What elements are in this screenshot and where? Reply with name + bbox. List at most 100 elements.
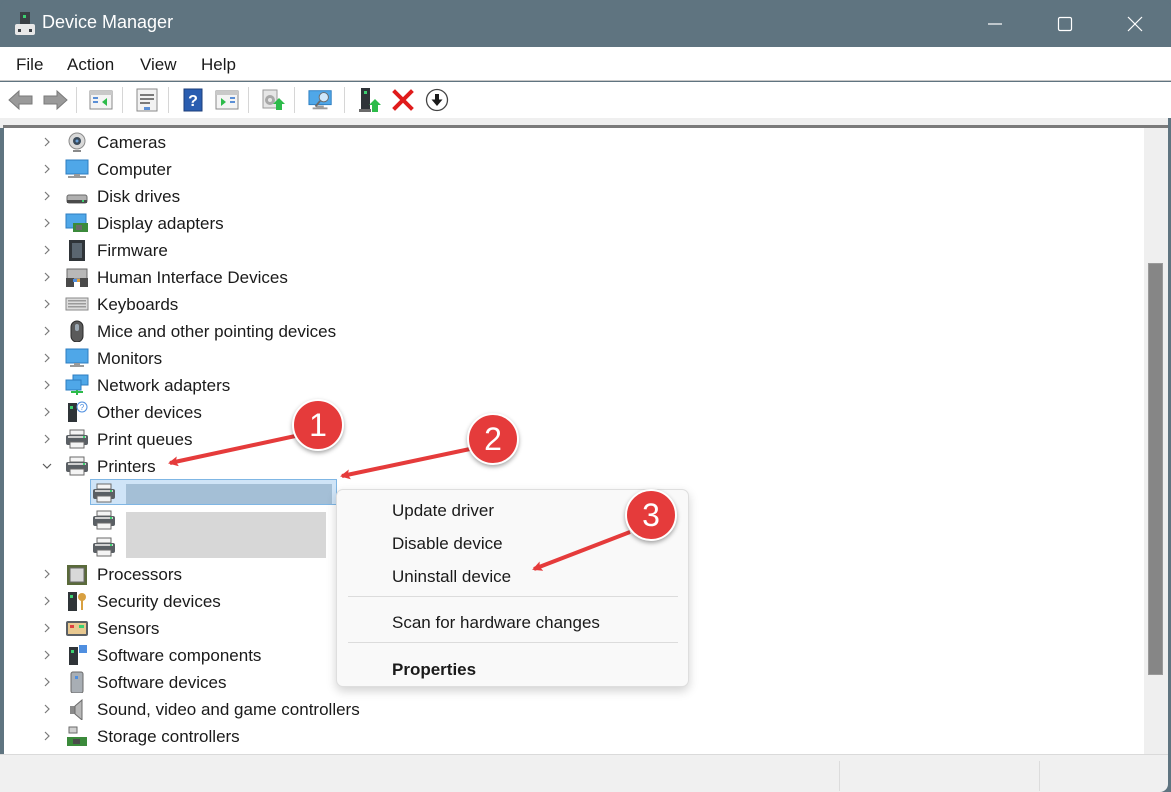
tree-category-label: Mice and other pointing devices bbox=[97, 322, 337, 341]
svg-text:?: ? bbox=[80, 403, 85, 412]
red-x-icon bbox=[392, 89, 414, 111]
scan-hardware-button[interactable] bbox=[308, 87, 334, 113]
chevron-down-icon[interactable] bbox=[40, 459, 54, 473]
tree-category-keyboards[interactable]: Keyboards bbox=[4, 291, 704, 318]
maximize-button[interactable] bbox=[1030, 0, 1100, 47]
minimize-button[interactable] bbox=[960, 0, 1030, 47]
tree-category-storage-controllers[interactable]: Storage controllers bbox=[4, 723, 704, 750]
chevron-right-icon[interactable] bbox=[40, 648, 54, 662]
tree-category-label: Sensors bbox=[97, 619, 160, 638]
scrollbar-thumb[interactable] bbox=[1148, 263, 1163, 675]
ctx-uninstall-device[interactable]: Uninstall device bbox=[392, 567, 511, 587]
chevron-right-icon[interactable] bbox=[40, 729, 54, 743]
tree-category-mice-and-other-pointing-devices[interactable]: Mice and other pointing devices bbox=[4, 318, 704, 345]
annotation-badge-1: 1 bbox=[292, 399, 344, 451]
ctx-separator bbox=[348, 642, 678, 643]
menu-file[interactable]: File bbox=[16, 55, 43, 75]
chevron-right-icon[interactable] bbox=[40, 702, 54, 716]
menu-action[interactable]: Action bbox=[67, 55, 114, 75]
help-button[interactable]: ? bbox=[180, 87, 206, 113]
show-hide-console-tree-button[interactable] bbox=[88, 87, 114, 113]
mouse-icon bbox=[70, 320, 84, 342]
toolbar-separator bbox=[248, 87, 249, 113]
tree-category-disk-drives[interactable]: Disk drives bbox=[4, 183, 704, 210]
show-action-pane-button[interactable] bbox=[214, 87, 240, 113]
ctx-properties[interactable]: Properties bbox=[392, 660, 476, 680]
status-bar bbox=[0, 754, 1168, 792]
processor-icon bbox=[67, 565, 87, 585]
chevron-right-icon[interactable] bbox=[40, 378, 54, 392]
annotation-badge-2: 2 bbox=[467, 413, 519, 465]
chevron-right-icon[interactable] bbox=[40, 405, 54, 419]
uninstall-device-button[interactable] bbox=[390, 87, 416, 113]
chevron-right-icon[interactable] bbox=[40, 162, 54, 176]
device-manager-app-icon bbox=[15, 12, 35, 35]
properties-button[interactable] bbox=[134, 87, 160, 113]
ctx-disable-device[interactable]: Disable device bbox=[392, 534, 503, 554]
redacted-printer-name-selected bbox=[126, 484, 332, 504]
chevron-right-icon[interactable] bbox=[40, 189, 54, 203]
chevron-right-icon[interactable] bbox=[40, 567, 54, 581]
tree-category-other-devices[interactable]: ? Other devices bbox=[4, 399, 704, 426]
tree-category-sound-video-and-game-controllers[interactable]: Sound, video and game controllers bbox=[4, 696, 704, 723]
chevron-right-icon[interactable] bbox=[40, 243, 54, 257]
printer-icon bbox=[93, 483, 115, 503]
svg-text:?: ? bbox=[188, 93, 198, 110]
chevron-right-icon[interactable] bbox=[40, 297, 54, 311]
download-button[interactable] bbox=[424, 87, 450, 113]
chevron-right-icon[interactable] bbox=[40, 216, 54, 230]
security-key-icon bbox=[68, 592, 86, 611]
chevron-right-icon[interactable] bbox=[40, 432, 54, 446]
tree-category-firmware[interactable]: Firmware bbox=[4, 237, 704, 264]
tree-category-computer[interactable]: Computer bbox=[4, 156, 704, 183]
ctx-scan-hardware[interactable]: Scan for hardware changes bbox=[392, 613, 600, 633]
keyboard-icon bbox=[65, 297, 89, 311]
printer-icon bbox=[93, 537, 115, 557]
tree-category-label: Processors bbox=[97, 565, 183, 584]
toolbar-separator bbox=[168, 87, 169, 113]
device-manager-window: Device Manager File Action View Help ? C… bbox=[0, 0, 1171, 792]
enable-device-button[interactable] bbox=[356, 87, 382, 113]
tree-category-label: Disk drives bbox=[97, 187, 181, 206]
tree-category-print-queues[interactable]: Print queues bbox=[4, 426, 704, 453]
tree-category-label: Software devices bbox=[97, 673, 227, 692]
tree-category-label: Storage controllers bbox=[97, 727, 240, 746]
tree-category-label: Cameras bbox=[97, 133, 166, 152]
chevron-right-icon[interactable] bbox=[40, 135, 54, 149]
tree-category-label: Human Interface Devices bbox=[97, 268, 288, 287]
tree-category-printers[interactable]: Printers bbox=[4, 453, 704, 480]
chevron-right-icon[interactable] bbox=[40, 324, 54, 338]
tree-category-label: Computer bbox=[97, 160, 172, 179]
ctx-update-driver[interactable]: Update driver bbox=[392, 501, 494, 521]
update-driver-button[interactable] bbox=[260, 87, 286, 113]
tree-category-network-adapters[interactable]: Network adapters bbox=[4, 372, 704, 399]
console-tree-icon bbox=[89, 90, 113, 110]
forward-button[interactable] bbox=[42, 87, 68, 113]
menu-help[interactable]: Help bbox=[201, 55, 236, 75]
tree-category-cameras[interactable]: Cameras bbox=[4, 129, 704, 156]
chevron-right-icon[interactable] bbox=[40, 594, 54, 608]
vertical-scrollbar[interactable] bbox=[1144, 128, 1168, 754]
close-button[interactable] bbox=[1100, 0, 1170, 47]
menu-view[interactable]: View bbox=[140, 55, 177, 75]
scan-monitor-icon bbox=[308, 90, 332, 110]
maximize-icon bbox=[1057, 16, 1073, 31]
chevron-right-icon[interactable] bbox=[40, 270, 54, 284]
computer-icon bbox=[65, 159, 89, 178]
down-arrow-circle-icon bbox=[425, 88, 449, 112]
ctx-separator bbox=[348, 596, 678, 597]
update-driver-icon bbox=[262, 89, 285, 110]
tree-category-label: Print queues bbox=[97, 430, 193, 449]
tree-category-display-adapters[interactable]: Display adapters bbox=[4, 210, 704, 237]
firmware-chip-icon bbox=[69, 240, 85, 261]
help-icon: ? bbox=[183, 88, 203, 112]
tree-category-monitors[interactable]: Monitors bbox=[4, 345, 704, 372]
toolbar-separator bbox=[294, 87, 295, 113]
chevron-right-icon[interactable] bbox=[40, 621, 54, 635]
tree-category-human-interface-devices[interactable]: Human Interface Devices bbox=[4, 264, 704, 291]
display-adapter-icon bbox=[65, 213, 88, 232]
printer-icon bbox=[66, 456, 88, 476]
chevron-right-icon[interactable] bbox=[40, 351, 54, 365]
back-button[interactable] bbox=[8, 87, 34, 113]
chevron-right-icon[interactable] bbox=[40, 675, 54, 689]
